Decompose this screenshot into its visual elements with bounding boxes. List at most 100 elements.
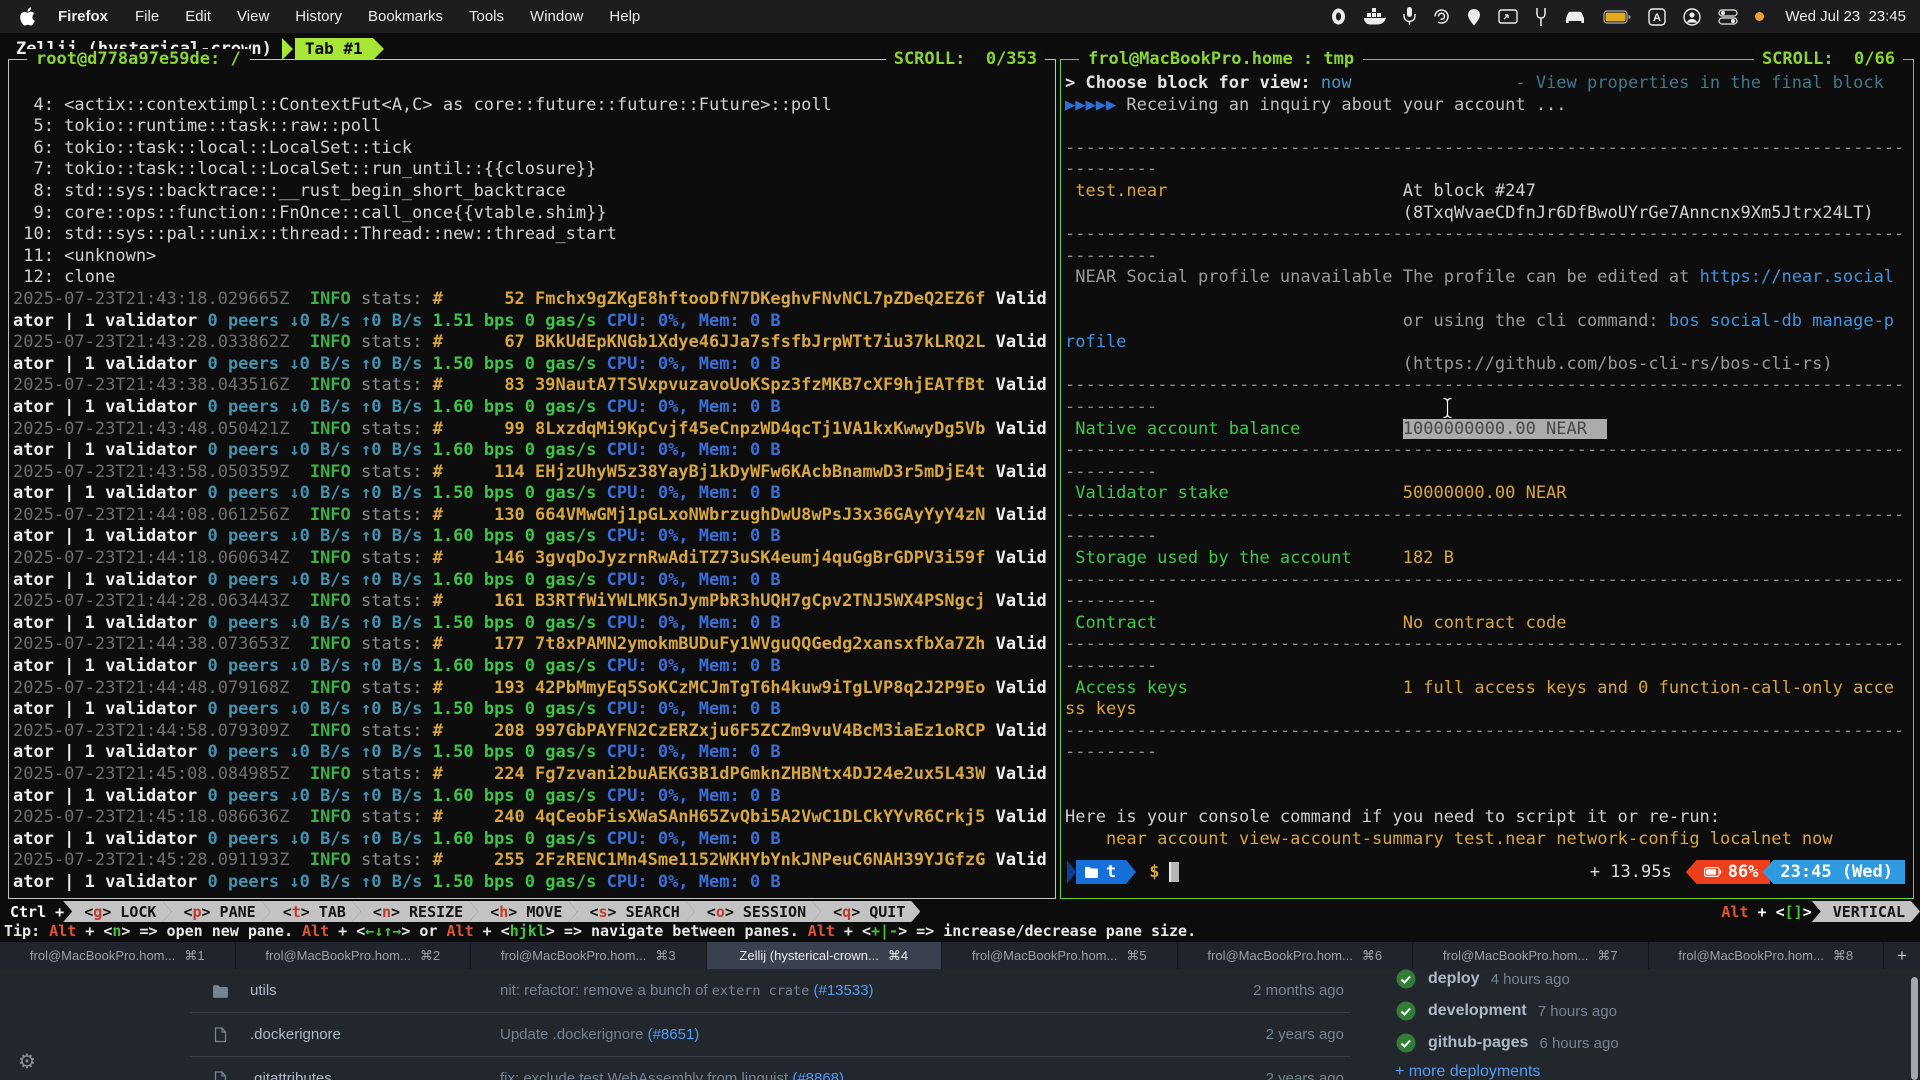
spiral-icon[interactable] (1433, 8, 1450, 25)
log-line-continuation: ator | 1 validator 0 peers ↓0 B/s ↑0 B/s… (13, 570, 1052, 592)
menu-file[interactable]: File (135, 8, 159, 25)
pin-icon[interactable] (1467, 8, 1481, 26)
terminal-tab-5[interactable]: frol@MacBookPro.hom...⌘5 (942, 942, 1178, 969)
menu-bookmarks[interactable]: Bookmarks (368, 8, 443, 25)
text-segment: --------- (1065, 246, 1157, 266)
file-name[interactable]: .dockerignore (250, 1026, 500, 1043)
text-segment (289, 332, 309, 352)
deployment-env[interactable]: github-pages (1428, 1034, 1528, 1052)
terminal-line: test.near At block #247 (1065, 181, 1910, 203)
docker-icon[interactable] (1364, 8, 1386, 25)
log-line: 2025-07-23T21:45:08.084985Z INFO stats: … (13, 764, 1052, 786)
text-segment: 2025-07-23T21:45:18.086636Z (13, 807, 289, 827)
deployment-env[interactable]: deploy (1428, 970, 1480, 988)
shell-prompt[interactable]: t $ + 13.95s 86% 23:45 (Wed) (1067, 860, 1905, 884)
text-segment: stats: (351, 505, 433, 525)
text-segment: Valid (996, 419, 1047, 439)
file-icon (190, 1027, 250, 1043)
menu-edit[interactable]: Edit (185, 8, 211, 25)
file-name[interactable]: .gitattributes (250, 1070, 500, 1080)
input-source-icon[interactable]: A (1648, 8, 1666, 26)
menu-bar-clock[interactable]: Wed Jul 23 23:45 (1785, 8, 1906, 25)
text-segment (985, 634, 995, 654)
terminal-tab-8[interactable]: frol@MacBookPro.hom...⌘8 (1649, 942, 1885, 969)
folder-icon (1084, 866, 1099, 878)
text-segment: 0 peers (207, 570, 289, 590)
zellij-tip-line: Tip: Alt + <n> => open new pane. Alt + <… (0, 922, 1920, 941)
pr-link[interactable]: (#13533) (814, 982, 874, 999)
terminal-line: NEAR Social profile unavailable The prof… (1065, 267, 1910, 289)
clock-chip: 23:45 (Wed) (1762, 860, 1905, 884)
text-segment: ator | 1 validator (13, 397, 207, 417)
text-segment: 2025-07-23T21:44:48.079168Z (13, 678, 289, 698)
browser-scrollbar[interactable] (1911, 977, 1918, 1080)
text-segment: near account view-account-summary test.n… (1065, 829, 1833, 849)
commit-age: 2 years ago (1200, 1026, 1350, 1043)
terminal-line: --------- (1065, 656, 1910, 678)
microphone-icon[interactable] (1403, 7, 1416, 26)
text-segment: 0 peers (207, 786, 289, 806)
text-segment: # 130 664VMwGMj1pGLxoNWbrzughDwU8wPsJ3x3… (433, 505, 986, 525)
text-segment (985, 850, 995, 870)
text-segment: --------- (1065, 159, 1157, 179)
text-segment: ----------------------------------------… (1065, 505, 1904, 525)
terminal-tab-2[interactable]: frol@MacBookPro.hom...⌘2 (236, 942, 472, 969)
pr-link[interactable]: (#8868) (792, 1070, 844, 1080)
text-segment: s (599, 903, 608, 921)
keybind-segment-search: <s> SEARCH (568, 901, 694, 922)
text-segment: ↓0 B/s ↑0 B/s (289, 656, 432, 676)
record-icon[interactable] (1330, 8, 1347, 25)
more-deployments-link[interactable]: + more deployments (1395, 1063, 1875, 1080)
text-segment: 1.60 bps 0 gas/s (433, 526, 607, 546)
menu-window[interactable]: Window (530, 8, 583, 25)
screen-mirroring-icon[interactable] (1498, 9, 1518, 25)
text-segment: - View properties in the final block (1515, 73, 1883, 93)
text-segment: # 161 B3RTfWiYWLMK5nJymPbR3hUQH7gCpv2TNJ… (433, 591, 986, 611)
menu-tools[interactable]: Tools (469, 8, 504, 25)
pr-link[interactable]: (#8651) (648, 1026, 700, 1043)
terminal-tab-3[interactable]: frol@MacBookPro.hom...⌘3 (471, 942, 707, 969)
battery-status-chip: 86% (1686, 860, 1771, 884)
control-center-icon[interactable] (1718, 9, 1738, 25)
terminal-tab-1[interactable]: frol@MacBookPro.hom...⌘1 (0, 942, 236, 969)
new-tab-button[interactable]: + (1884, 942, 1920, 969)
deployment-env[interactable]: development (1428, 1002, 1527, 1020)
text-segment: Valid (996, 764, 1047, 784)
terminal-line: Native account balance 1000000000.00 NEA… (1065, 419, 1910, 441)
battery-icon[interactable] (1603, 10, 1631, 24)
text-segment: t (292, 903, 301, 921)
car-icon[interactable] (1564, 9, 1586, 24)
right-pane[interactable]: frol@MacBookPro.home : tmp SCROLL: 0/66 … (1060, 59, 1914, 899)
menu-history[interactable]: History (295, 8, 342, 25)
gear-icon[interactable]: ⚙ (18, 1049, 36, 1074)
text-segment: 1.60 bps 0 gas/s (433, 786, 607, 806)
text-segment: Valid (996, 548, 1047, 568)
terminal-tab-7[interactable]: frol@MacBookPro.hom...⌘7 (1413, 942, 1649, 969)
log-line: 2025-07-23T21:43:18.029665Z INFO stats: … (13, 289, 1052, 311)
log-line-continuation: ator | 1 validator 0 peers ↓0 B/s ↑0 B/s… (13, 786, 1052, 808)
zellij-tab-1[interactable]: Tab #1 (282, 38, 384, 60)
active-app-name[interactable]: Firefox (58, 8, 108, 25)
keybind-segment-session: <o> SESSION (686, 901, 821, 922)
left-pane[interactable]: root@d778a97e59de: / SCROLL: 0/353 4: <a… (8, 59, 1056, 899)
text-segment: < (833, 903, 842, 921)
terminal-tab-4[interactable]: Zellij (hysterical-crown...⌘4 (707, 942, 943, 969)
apple-menu-icon[interactable] (20, 7, 36, 26)
text-segment: frol@MacBookPro.hom... (1678, 948, 1823, 963)
file-name[interactable]: utils (250, 982, 500, 999)
text-segment: # 146 3gvqDoJyzrnRwAdiTZ73uSK4eumj4quGgB… (433, 548, 986, 568)
text-segment: Valid (996, 850, 1047, 870)
account-icon[interactable] (1683, 8, 1701, 26)
menu-help[interactable]: Help (609, 8, 640, 25)
terminal-line: or using the cli command: bos social-db … (1065, 311, 1910, 333)
tuning-fork-icon[interactable] (1535, 8, 1547, 26)
keybind-segment-move: <h> MOVE (469, 901, 577, 922)
backtrace-line: 9: core::ops::function::FnOnce::call_onc… (13, 203, 1052, 225)
text-segment: ←↓↑→ (365, 922, 401, 940)
text-segment: Tip: (4, 922, 49, 940)
menu-view[interactable]: View (237, 8, 269, 25)
text-segment: 50000000.00 NEAR (1403, 483, 1567, 503)
text-segment (985, 462, 995, 482)
text-segment: stats: (351, 332, 433, 352)
terminal-tab-6[interactable]: frol@MacBookPro.hom...⌘6 (1178, 942, 1414, 969)
